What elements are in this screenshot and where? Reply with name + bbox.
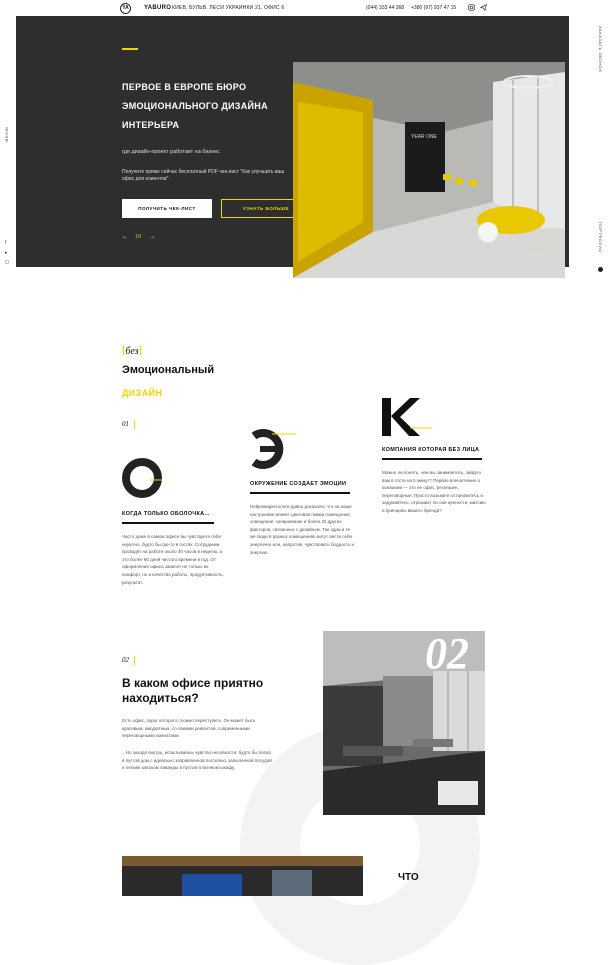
letter-k-graphic <box>382 396 432 438</box>
hero-title: ПЕРВОЕ В ЕВРОПЕ БЮРО ЭМОЦИОНАЛЬНОГО ДИЗА… <box>122 82 268 130</box>
scroll-dot-icon <box>598 267 603 272</box>
section1-subtitle: ДИЗАЙН <box>122 388 163 398</box>
order-call-label[interactable]: ЗАКАЗАТЬ ЗВОНОК <box>598 26 603 72</box>
get-checklist-button[interactable]: ПОЛУЧИТЬ ЧЕК-ЛИСТ <box>122 199 212 218</box>
col1-text: Часто даже в самом офисе вы чувствуете с… <box>122 534 224 585</box>
col2-text: Нейромаркетологи давно доказали, что на … <box>250 504 354 555</box>
slide-number: 01 <box>135 234 142 240</box>
logo[interactable]: YA <box>120 3 131 14</box>
section1-title: Эмоциональный <box>122 364 215 376</box>
col2-rule <box>250 492 350 494</box>
section2-number: 02 <box>122 656 135 665</box>
photo-sign: YEAR ONE <box>411 134 438 140</box>
address: КИЕВ, БУЛЬВ. ЛЕСИ УКРАИНКИ 21, ОФИС 6 <box>172 5 285 11</box>
menu-label[interactable]: МЕНЮ <box>4 127 9 142</box>
brand-name[interactable]: YABURO <box>144 5 171 11</box>
section1-number: 01 <box>122 420 135 429</box>
col3-heading: КОМПАНИЯ КОТОРАЯ БЕЗ ЛИЦА <box>382 447 480 453</box>
portfolio-label[interactable]: ПОРТФОЛИО <box>598 222 603 253</box>
telegram-icon[interactable] <box>479 4 487 12</box>
header: YA YABURO КИЕВ, БУЛЬВ. ЛЕСИ УКРАИНКИ 21,… <box>0 0 609 16</box>
section2-title: В каком офисе приятно находиться? <box>122 676 264 705</box>
hero-office-photo: YEAR ONE <box>293 62 565 278</box>
instagram-icon[interactable] <box>468 4 475 11</box>
facebook-icon[interactable]: f <box>5 240 6 246</box>
letter-e-graphic <box>250 428 298 470</box>
hero-note: Получите прямо сейчас бесплатный PDF чек… <box>122 169 285 182</box>
youtube-icon[interactable]: ▸ <box>5 250 8 256</box>
hero-subtitle: где дизайн-проект работает на бизнес <box>122 149 220 155</box>
letter-o-graphic <box>122 458 174 498</box>
bottom-photo <box>122 856 363 896</box>
arrow-left-icon[interactable]: ← <box>122 234 128 240</box>
col3-text: Можно ли понять, чем вы занимаетесь, зай… <box>382 470 486 513</box>
section2-paragraph-1: Есть офис, порог которого сложно пересту… <box>122 718 256 739</box>
col3-rule <box>382 458 482 460</box>
col1-heading: КОГДА ТОЛЬКО ОБОЛОЧКА... <box>122 511 210 517</box>
section3-heading: ЧТО <box>398 872 419 883</box>
arrow-right-icon[interactable]: → <box>149 234 155 240</box>
slider-nav: ← 01 → <box>122 234 155 240</box>
phone-link-2[interactable]: +380 (97) 937 47 15 <box>411 5 456 11</box>
col1-rule <box>122 522 214 524</box>
section2-paragraph-2: ...Но заходя внутрь, испытываешь чувство… <box>122 750 272 771</box>
bez-label: [без] <box>122 346 142 357</box>
hero-accent-line <box>122 48 138 50</box>
phone-link-1[interactable]: (044) 333 44 368 <box>366 5 404 11</box>
big-number-02: 02 <box>425 629 469 678</box>
instagram-side-icon[interactable]: ◻ <box>5 259 9 265</box>
col2-heading: ОКРУЖЕНИЕ СОЗДАЕТ ЭМОЦИИ <box>250 481 347 487</box>
